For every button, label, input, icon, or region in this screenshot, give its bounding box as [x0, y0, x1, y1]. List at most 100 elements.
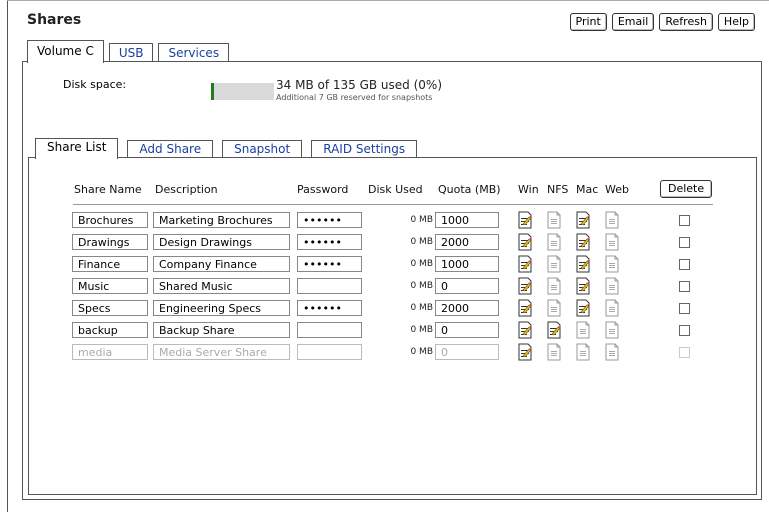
- quota-field[interactable]: 0: [435, 322, 499, 338]
- tab-snapshot[interactable]: Snapshot: [222, 140, 303, 158]
- mac-access-disabled-icon[interactable]: [576, 343, 590, 361]
- share-name-field[interactable]: Brochures: [72, 212, 148, 228]
- description-field[interactable]: Engineering Specs: [153, 300, 290, 316]
- tab-services[interactable]: Services: [158, 43, 230, 62]
- window-frame-top: [7, 0, 769, 1]
- refresh-button[interactable]: Refresh: [659, 13, 713, 31]
- share-name-field[interactable]: Specs: [72, 300, 148, 316]
- description-field[interactable]: Design Drawings: [153, 234, 290, 250]
- quota-field[interactable]: 0: [435, 278, 499, 294]
- tab-volume-c[interactable]: Volume C: [27, 40, 104, 63]
- disk-usage-bar: [211, 83, 274, 100]
- share-name-field[interactable]: media: [72, 344, 148, 360]
- disk-usage-summary: 34 MB of 135 GB used (0%): [276, 78, 443, 92]
- mac-access-enabled-icon[interactable]: [576, 211, 590, 229]
- volume-tabs: Volume C USB Services: [27, 40, 234, 63]
- web-access-disabled-icon[interactable]: [605, 277, 619, 295]
- print-button[interactable]: Print: [569, 13, 607, 31]
- delete-button[interactable]: Delete: [660, 180, 713, 198]
- column-disk-used: Disk Used: [368, 183, 423, 196]
- help-button[interactable]: Help: [717, 13, 755, 31]
- web-access-disabled-icon[interactable]: [605, 255, 619, 273]
- table-row: Finance Company Finance •••••• 0 MB 1000: [29, 254, 756, 276]
- win-access-enabled-icon[interactable]: [518, 255, 532, 273]
- quota-field[interactable]: 2000: [435, 234, 499, 250]
- nfs-access-disabled-icon[interactable]: [547, 277, 561, 295]
- delete-checkbox[interactable]: [679, 347, 690, 358]
- delete-checkbox[interactable]: [679, 303, 690, 314]
- email-button[interactable]: Email: [611, 13, 655, 31]
- web-access-disabled-icon[interactable]: [605, 343, 619, 361]
- nfs-access-disabled-icon[interactable]: [547, 299, 561, 317]
- description-field[interactable]: Backup Share: [153, 322, 290, 338]
- disk-used-value: 0 MB: [410, 215, 433, 225]
- column-quota: Quota (MB): [438, 183, 501, 196]
- disk-used-value: 0 MB: [410, 303, 433, 313]
- nfs-access-disabled-icon[interactable]: [547, 255, 561, 273]
- nfs-access-enabled-icon[interactable]: [547, 321, 561, 339]
- delete-checkbox[interactable]: [679, 281, 690, 292]
- password-field[interactable]: [297, 322, 362, 338]
- delete-checkbox[interactable]: [679, 325, 690, 336]
- web-access-disabled-icon[interactable]: [605, 299, 619, 317]
- disk-space-label: Disk space:: [63, 78, 127, 91]
- quota-field[interactable]: 1000: [435, 212, 499, 228]
- tab-add-share[interactable]: Add Share: [127, 140, 214, 158]
- password-field[interactable]: ••••••: [297, 234, 362, 250]
- mac-access-enabled-icon[interactable]: [576, 277, 590, 295]
- delete-checkbox[interactable]: [679, 215, 690, 226]
- header-divider: [73, 204, 713, 205]
- delete-checkbox[interactable]: [679, 259, 690, 270]
- web-access-disabled-icon[interactable]: [605, 233, 619, 251]
- password-field[interactable]: [297, 278, 362, 294]
- description-field[interactable]: Shared Music: [153, 278, 290, 294]
- password-field[interactable]: ••••••: [297, 300, 362, 316]
- nfs-access-disabled-icon[interactable]: [547, 211, 561, 229]
- column-win: Win: [518, 183, 539, 196]
- column-mac: Mac: [576, 183, 599, 196]
- mac-access-enabled-icon[interactable]: [576, 233, 590, 251]
- password-field[interactable]: [297, 344, 362, 360]
- win-access-enabled-icon[interactable]: [518, 233, 532, 251]
- quota-field[interactable]: 0: [435, 344, 499, 360]
- disk-used-value: 0 MB: [410, 325, 433, 335]
- share-name-field[interactable]: Finance: [72, 256, 148, 272]
- share-name-field[interactable]: Music: [72, 278, 148, 294]
- win-access-enabled-icon[interactable]: [518, 211, 532, 229]
- share-name-field[interactable]: Drawings: [72, 234, 148, 250]
- snapshot-reserve-note: Additional 7 GB reserved for snapshots: [276, 93, 433, 102]
- password-field[interactable]: ••••••: [297, 256, 362, 272]
- nfs-access-disabled-icon[interactable]: [547, 343, 561, 361]
- column-web: Web: [605, 183, 629, 196]
- mac-access-disabled-icon[interactable]: [576, 321, 590, 339]
- web-access-disabled-icon[interactable]: [605, 321, 619, 339]
- column-share-name: Share Name: [74, 183, 142, 196]
- win-access-enabled-icon[interactable]: [518, 277, 532, 295]
- mac-access-enabled-icon[interactable]: [576, 299, 590, 317]
- description-field[interactable]: Media Server Share: [153, 344, 290, 360]
- tab-usb[interactable]: USB: [108, 43, 154, 62]
- description-field[interactable]: Marketing Brochures: [153, 212, 290, 228]
- win-access-enabled-icon[interactable]: [518, 321, 532, 339]
- quota-field[interactable]: 1000: [435, 256, 499, 272]
- tab-raid-settings[interactable]: RAID Settings: [311, 140, 418, 158]
- table-row: backup Backup Share 0 MB 0: [29, 320, 756, 342]
- share-name-field[interactable]: backup: [72, 322, 148, 338]
- disk-used-value: 0 MB: [410, 281, 433, 291]
- column-description: Description: [155, 183, 218, 196]
- win-access-enabled-icon[interactable]: [518, 343, 532, 361]
- mac-access-enabled-icon[interactable]: [576, 255, 590, 273]
- toolbar: Print Email Refresh Help: [569, 13, 755, 31]
- description-field[interactable]: Company Finance: [153, 256, 290, 272]
- password-field[interactable]: ••••••: [297, 212, 362, 228]
- page-title: Shares: [27, 12, 82, 28]
- web-access-disabled-icon[interactable]: [605, 211, 619, 229]
- win-access-enabled-icon[interactable]: [518, 299, 532, 317]
- window-frame-left: [7, 0, 8, 512]
- nfs-access-disabled-icon[interactable]: [547, 233, 561, 251]
- table-row: Brochures Marketing Brochures •••••• 0 MB 10…: [29, 210, 756, 232]
- quota-field[interactable]: 2000: [435, 300, 499, 316]
- delete-checkbox[interactable]: [679, 237, 690, 248]
- tab-share-list[interactable]: Share List: [35, 138, 119, 159]
- disk-used-value: 0 MB: [410, 237, 433, 247]
